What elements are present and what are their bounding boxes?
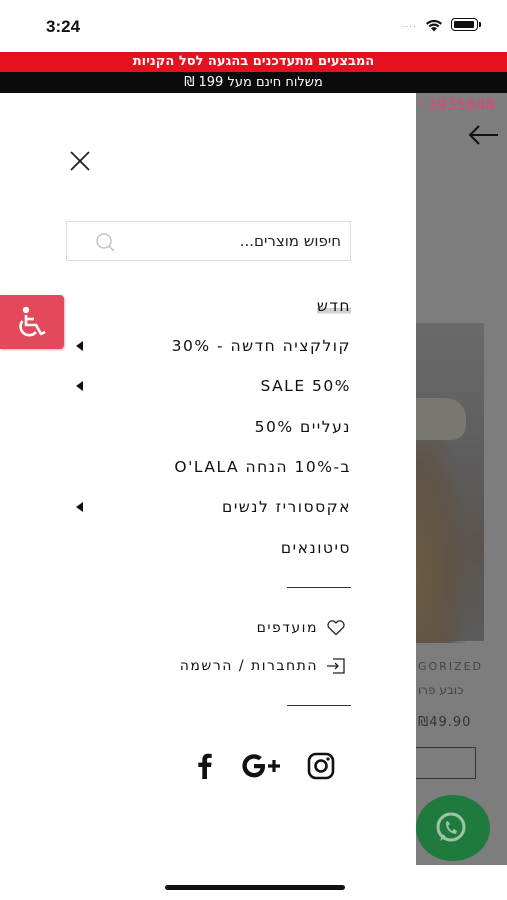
background-price: ₪49.90 xyxy=(418,715,472,730)
whatsapp-icon xyxy=(436,812,466,842)
menu-item-new[interactable]: חדש xyxy=(316,291,351,321)
instagram-icon[interactable] xyxy=(306,751,336,781)
heart-icon xyxy=(327,620,345,636)
background-phone-number: -3935848 xyxy=(418,95,496,114)
menu-divider xyxy=(287,587,351,588)
menu-item-label: נעליים 50% xyxy=(254,418,351,436)
back-arrow-icon xyxy=(468,125,498,145)
promo-banner[interactable]: המבצעים מתעדכנים בהגעה לסל הקניות xyxy=(0,52,507,72)
facebook-icon[interactable] xyxy=(190,751,220,781)
login-register-link[interactable]: התחברות / הרשמה xyxy=(180,654,346,678)
close-icon[interactable] xyxy=(68,149,92,173)
shipping-banner[interactable]: משלוח חינם מעל 199 ₪ xyxy=(0,72,507,93)
google-plus-icon[interactable] xyxy=(240,751,284,781)
menu-item-shoes[interactable]: נעליים 50% xyxy=(255,412,351,442)
wifi-icon xyxy=(426,19,442,32)
search-box xyxy=(66,221,351,261)
status-time: 3:24 xyxy=(46,17,81,36)
background-page-overlay[interactable]: -3935848 GORIZED כובע פרו ₪49.90 xyxy=(416,93,507,865)
accessibility-button[interactable] xyxy=(0,295,64,349)
background-product-image xyxy=(416,323,484,643)
login-register-label: התחברות / הרשמה xyxy=(179,658,318,674)
menu-item-olala[interactable]: O'LALA ב-10% הנחה xyxy=(174,452,351,482)
wishlist-link[interactable]: מועדפים xyxy=(257,616,346,640)
login-icon xyxy=(327,658,345,674)
background-add-button xyxy=(416,747,476,779)
menu-item-label: אקססוריז לנשים xyxy=(222,498,351,516)
status-icons: .... xyxy=(402,18,483,32)
whatsapp-button[interactable] xyxy=(416,795,490,861)
battery-icon xyxy=(451,18,483,32)
search-input[interactable] xyxy=(111,222,341,260)
home-indicator[interactable] xyxy=(165,885,345,890)
search-icon[interactable] xyxy=(93,231,115,253)
menu-item-label: חדש xyxy=(316,297,351,315)
account-divider xyxy=(287,705,351,706)
menu-item-accessories[interactable]: אקססוריז לנשים xyxy=(222,492,351,522)
background-category: GORIZED xyxy=(418,660,484,673)
menu-item-label: O'LALA ב-10% הנחה xyxy=(174,458,351,476)
signal-icon: .... xyxy=(401,20,417,30)
menu-item-sale[interactable]: SALE 50% xyxy=(260,371,351,401)
background-product-name: כובע פרו xyxy=(418,683,464,697)
wishlist-label: מועדפים xyxy=(256,620,318,636)
menu-item-label: סיטונאים xyxy=(280,539,351,557)
menu-item-label: קולקציה חדשה - 30% xyxy=(171,337,351,355)
menu-item-new-collection[interactable]: קולקציה חדשה - 30% xyxy=(172,331,351,361)
status-bar: 3:24 .... xyxy=(0,0,507,52)
submenu-arrow-icon[interactable] xyxy=(76,502,83,512)
submenu-arrow-icon[interactable] xyxy=(76,381,83,391)
wheelchair-icon xyxy=(19,306,46,337)
menu-item-label: SALE 50% xyxy=(260,377,351,395)
menu-item-wholesale[interactable]: סיטונאים xyxy=(281,533,351,563)
side-menu-drawer: חדש קולקציה חדשה - 30% SALE 50% נעליים 5… xyxy=(0,93,416,865)
submenu-arrow-icon[interactable] xyxy=(76,341,83,351)
